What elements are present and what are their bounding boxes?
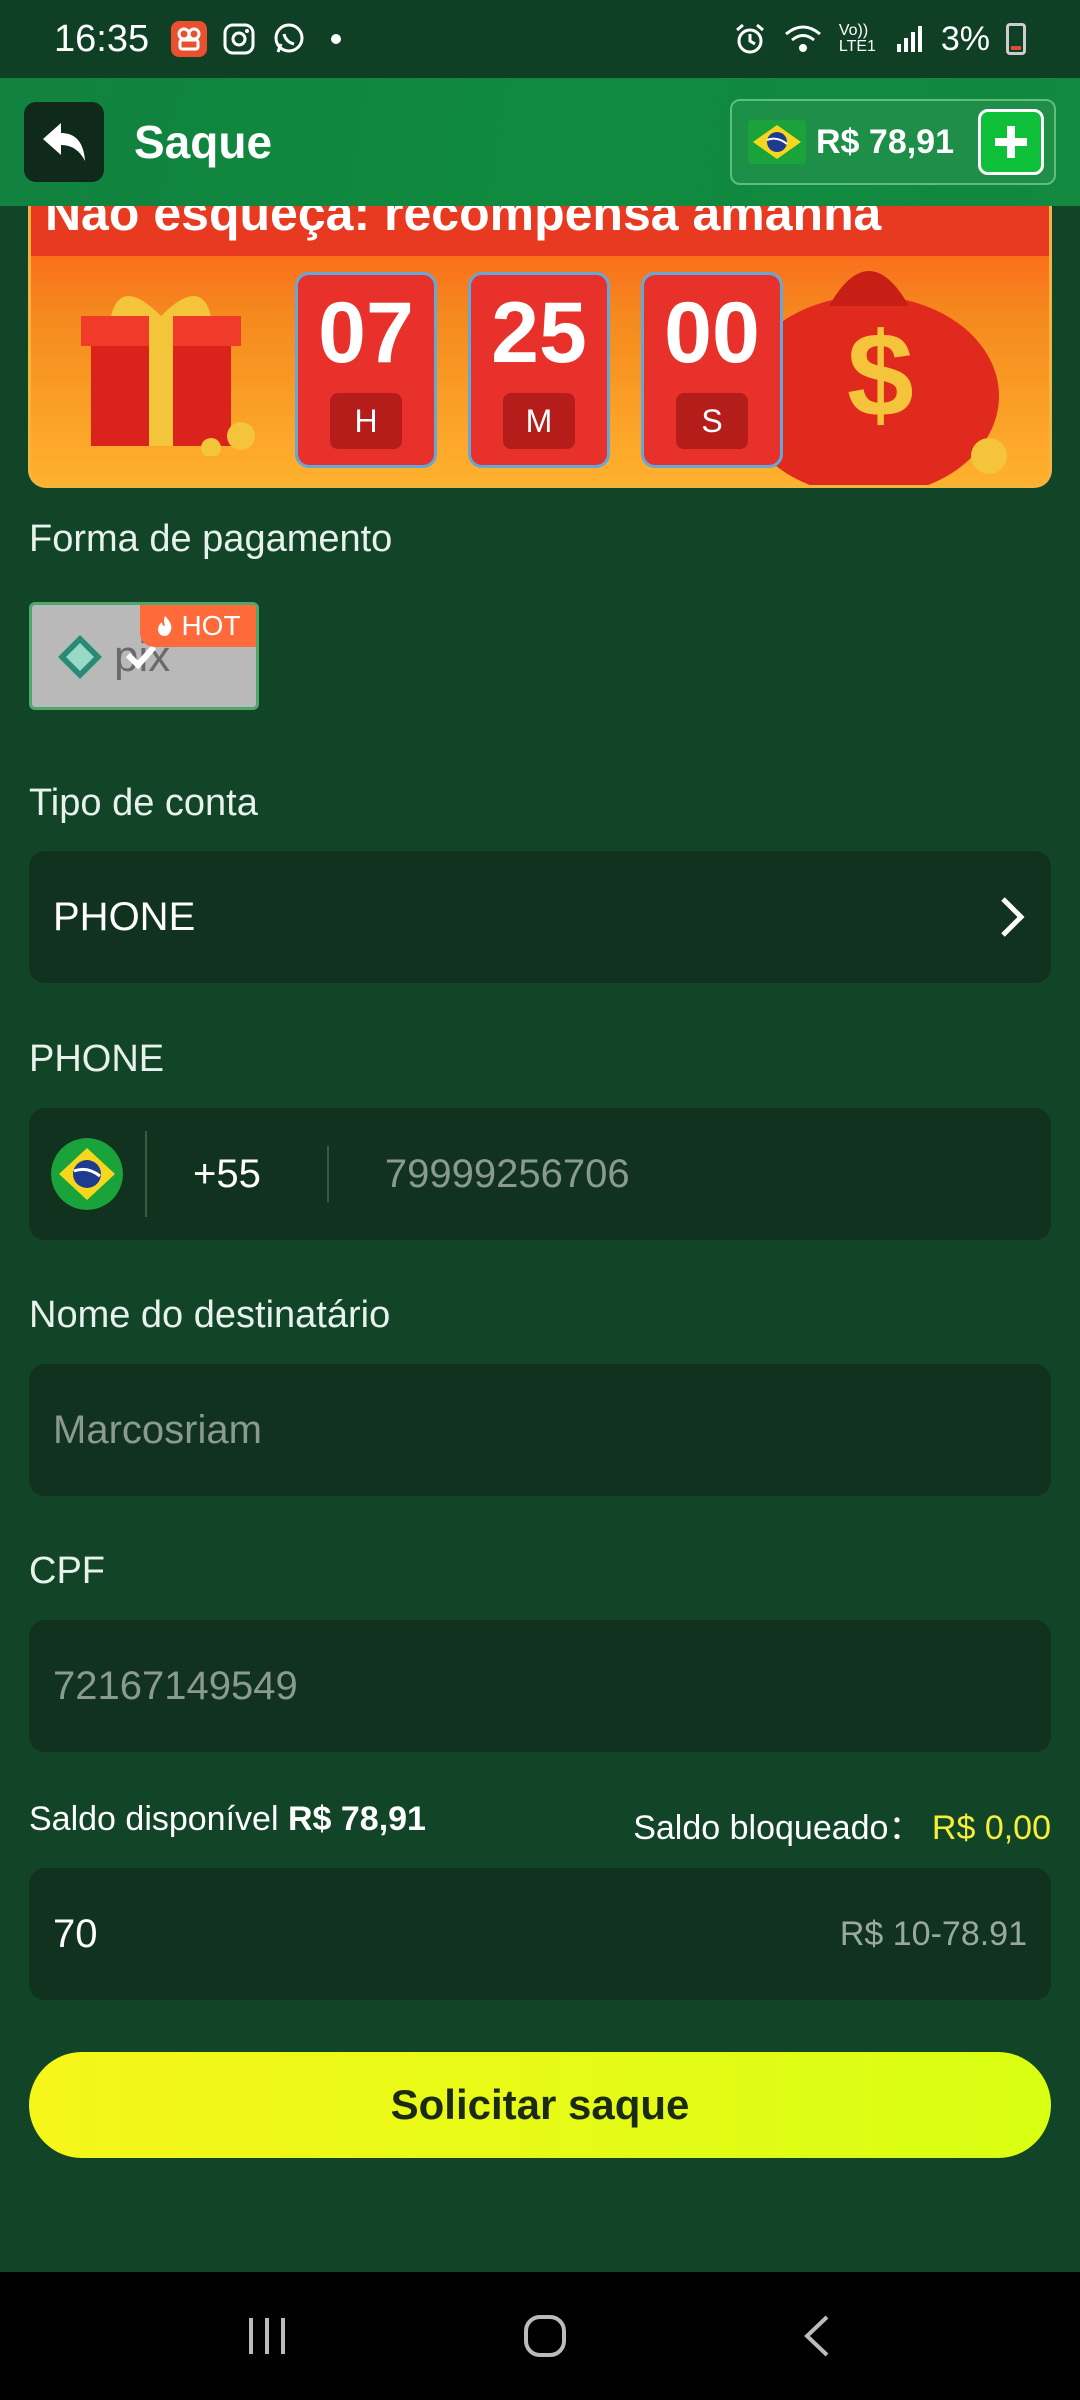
- timer-minutes: 25 M: [468, 272, 610, 468]
- blocked-balance: Saldo bloqueado： R$ 0,00: [633, 1800, 1051, 1849]
- balance-value: R$ 78,91: [816, 122, 954, 161]
- request-withdrawal-button[interactable]: Solicitar saque: [29, 2052, 1051, 2158]
- instagram-icon: [221, 21, 257, 57]
- available-balance-label: Saldo disponível: [29, 1800, 279, 1838]
- timer-seconds: 00 S: [641, 272, 783, 468]
- signal-icon: [896, 26, 922, 52]
- phone-input[interactable]: 79999256706: [385, 1152, 630, 1197]
- cpf-label: CPF: [29, 1550, 105, 1592]
- timer-hours: 07 H: [295, 272, 437, 468]
- more-notifications-dot: [331, 34, 342, 44]
- amount-field[interactable]: 70 R$ 10-78.91: [29, 1868, 1051, 2000]
- whatsapp-icon: [271, 21, 307, 57]
- battery-percent: 3%: [940, 19, 990, 58]
- network-label: Vo)) LTE1: [838, 22, 876, 55]
- available-balance-value: R$ 78,91: [287, 1800, 426, 1838]
- balance-info-row: Saldo disponível R$ 78,91 Saldo bloquead…: [29, 1800, 1051, 1849]
- hot-badge: HOT: [140, 605, 256, 647]
- deposit-button[interactable]: [978, 109, 1044, 175]
- flame-icon: [158, 616, 172, 636]
- phone-label: PHONE: [29, 1038, 165, 1080]
- system-indicators: Vo)) LTE1 3%: [733, 20, 1026, 59]
- alarm-icon: [735, 23, 764, 54]
- status-bar: 16:35 Vo)) LTE1 3%: [0, 0, 1080, 78]
- account-type-value: PHONE: [53, 894, 196, 939]
- timer-seconds-value: 00: [664, 285, 760, 381]
- app-header: Saque R$ 78,91: [0, 78, 1080, 206]
- brazil-flag-icon[interactable]: [51, 1138, 123, 1210]
- payment-method-label: Forma de pagamento: [29, 518, 393, 560]
- amount-range-hint: R$ 10-78.91: [839, 1914, 1027, 1953]
- gift-box-icon: [81, 296, 255, 456]
- amount-input[interactable]: 70: [53, 1912, 98, 1957]
- recipient-label: Nome do destinatário: [29, 1294, 391, 1336]
- chevron-right-icon: [1001, 897, 1025, 937]
- phone-field[interactable]: +55 79999256706: [29, 1108, 1051, 1240]
- hot-badge-label: HOT: [181, 610, 241, 641]
- pix-payment-option[interactable]: pix HOT: [29, 602, 259, 710]
- battery-icon: [1006, 23, 1026, 55]
- available-balance: Saldo disponível R$ 78,91: [29, 1800, 426, 1849]
- wifi-icon: [784, 25, 821, 52]
- timer-hours-unit: H: [330, 393, 402, 449]
- account-type-label: Tipo de conta: [29, 782, 258, 824]
- cpf-input[interactable]: 72167149549: [53, 1664, 298, 1709]
- divider: [145, 1131, 147, 1217]
- blocked-balance-value: R$ 0,00: [931, 1809, 1051, 1847]
- timer-minutes-value: 25: [491, 285, 587, 381]
- svg-text:$: $: [847, 308, 914, 442]
- recent-apps-icon[interactable]: [243, 2314, 293, 2358]
- cpf-field[interactable]: 72167149549: [29, 1620, 1051, 1752]
- home-icon[interactable]: [520, 2311, 570, 2361]
- system-nav-bar: [0, 2272, 1080, 2400]
- balance-display[interactable]: R$ 78,91: [730, 99, 1056, 185]
- recipient-input[interactable]: Marcosriam: [53, 1408, 262, 1453]
- timer-hours-value: 07: [318, 285, 414, 381]
- back-nav-icon[interactable]: [797, 2311, 837, 2361]
- back-arrow-icon: [43, 123, 85, 161]
- page-title: Saque: [134, 116, 273, 168]
- divider: [326, 1146, 329, 1202]
- account-type-select[interactable]: PHONE: [29, 851, 1051, 983]
- status-time: 16:35: [54, 17, 150, 60]
- back-button[interactable]: [24, 102, 104, 182]
- country-code[interactable]: +55: [193, 1152, 261, 1197]
- timer-minutes-unit: M: [503, 393, 575, 449]
- reward-banner[interactable]: Não esqueça: recompensa amanhã $ 07 H 25…: [28, 206, 1052, 488]
- notification-icons: [171, 21, 342, 57]
- plus-icon: [995, 126, 1027, 158]
- timer-seconds-unit: S: [676, 393, 748, 449]
- brazil-flag-icon: [748, 120, 806, 164]
- app-notification-icon: [171, 21, 208, 57]
- blocked-balance-label: Saldo bloqueado：: [633, 1809, 923, 1847]
- recipient-field[interactable]: Marcosriam: [29, 1364, 1051, 1496]
